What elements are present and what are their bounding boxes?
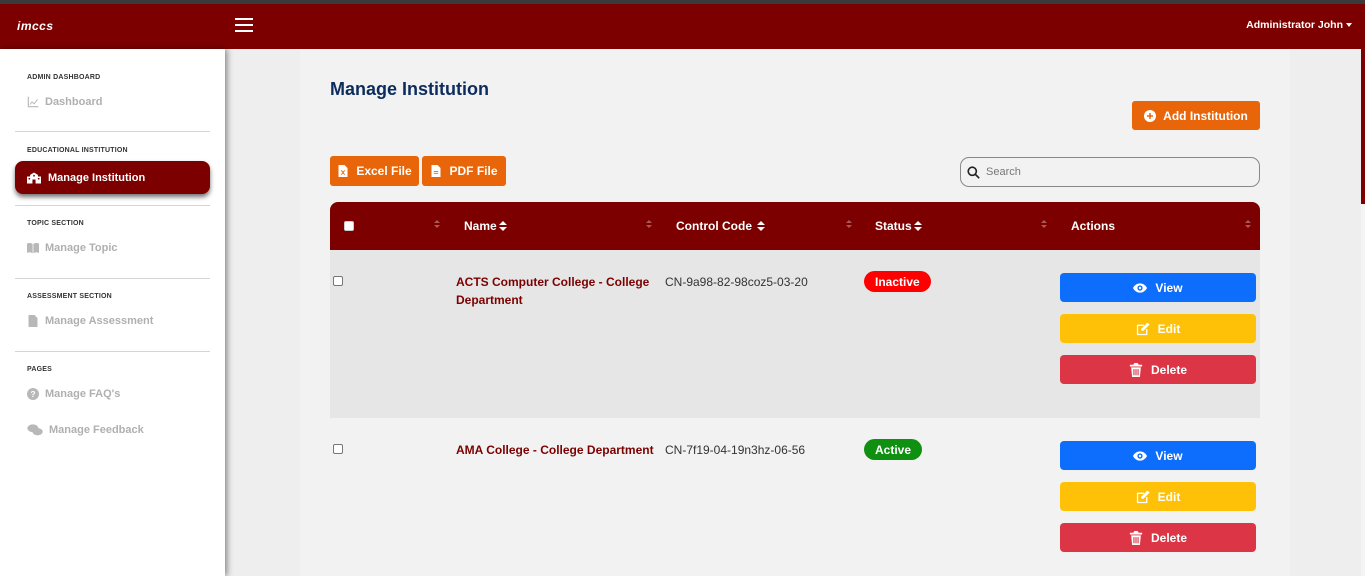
sort-icon	[913, 221, 922, 231]
sidebar-section-topic: TOPIC SECTION	[27, 220, 84, 227]
view-label: View	[1155, 448, 1183, 463]
table-header: Name Control Code Status Actions	[330, 202, 1260, 250]
sidebar-section-assessment: ASSESSMENT SECTION	[27, 293, 112, 300]
column-header-control-code[interactable]: Control Code	[676, 219, 765, 233]
sidebar-section-admin-dashboard: ADMIN DASHBOARD	[27, 74, 101, 81]
column-header-name[interactable]: Name	[464, 219, 507, 233]
edit-label: Edit	[1157, 489, 1181, 504]
status-badge: Active	[864, 439, 923, 460]
search-field[interactable]	[960, 157, 1260, 187]
delete-label: Delete	[1150, 362, 1188, 377]
sidebar-divider	[15, 205, 210, 206]
row-checkbox[interactable]	[333, 276, 343, 286]
select-all-checkbox[interactable]	[344, 221, 354, 231]
sidebar-item-dashboard[interactable]: Dashboard	[27, 96, 102, 108]
eye-icon	[1133, 450, 1148, 461]
sidebar-section-educational-institution: EDUCATIONAL INSTITUTION	[27, 147, 128, 154]
sort-icon	[646, 220, 652, 230]
top-navbar: imccs Administrator John	[0, 4, 1365, 49]
plus-circle-icon	[1144, 109, 1157, 122]
edit-button[interactable]: Edit	[1060, 314, 1256, 343]
delete-button[interactable]: Delete	[1060, 355, 1256, 384]
sort-icon	[498, 221, 507, 231]
column-label: Control Code	[676, 219, 752, 233]
trash-icon	[1129, 362, 1143, 377]
hamburger-menu-icon[interactable]	[235, 18, 253, 32]
sidebar-item-manage-faqs[interactable]: ? Manage FAQ's	[27, 388, 120, 400]
caret-down-icon	[1346, 23, 1352, 28]
sidebar-item-manage-assessment[interactable]: Manage Assessment	[27, 315, 153, 327]
sidebar: ADMIN DASHBOARD Dashboard EDUCATIONAL IN…	[0, 49, 225, 576]
sort-icon	[1041, 220, 1047, 230]
institution-name: AMA College - College Department	[456, 443, 654, 457]
svg-text:?: ?	[30, 390, 35, 399]
eye-icon	[1133, 282, 1148, 293]
sidebar-divider	[15, 278, 210, 279]
edit-label: Edit	[1157, 321, 1181, 336]
delete-button[interactable]: Delete	[1060, 523, 1256, 552]
institution-name: ACTS Computer College - College Departme…	[456, 275, 650, 307]
user-dropdown[interactable]: Administrator John	[1246, 19, 1352, 31]
comments-icon	[27, 424, 43, 436]
sidebar-item-label: Manage Topic	[45, 242, 118, 254]
excel-export-button[interactable]: Excel File	[330, 156, 419, 186]
sort-icon	[434, 220, 440, 230]
add-institution-label: Add Institution	[1163, 108, 1248, 123]
user-name: Administrator John	[1246, 19, 1343, 31]
add-institution-button[interactable]: Add Institution	[1132, 101, 1260, 130]
table-row: ACTS Computer College - College Departme…	[330, 250, 1260, 418]
pdf-export-label: PDF File	[449, 164, 498, 178]
sort-icon	[1245, 220, 1251, 230]
chart-line-icon	[27, 96, 39, 108]
sidebar-item-label: Manage Institution	[48, 171, 146, 184]
sidebar-divider	[15, 351, 210, 352]
trash-icon	[1129, 530, 1143, 545]
scrollbar-thumb[interactable]	[1361, 49, 1365, 204]
edit-button[interactable]: Edit	[1060, 482, 1256, 511]
control-code: CN-7f19-04-19n3hz-06-56	[665, 443, 806, 457]
school-icon	[27, 172, 41, 183]
column-header-status[interactable]: Status	[875, 219, 922, 233]
book-open-icon	[27, 242, 39, 254]
file-icon	[28, 315, 38, 327]
view-button[interactable]: View	[1060, 441, 1256, 470]
sidebar-section-pages: PAGES	[27, 366, 52, 373]
row-checkbox[interactable]	[333, 444, 343, 454]
sidebar-divider	[15, 131, 210, 132]
sidebar-item-manage-topic[interactable]: Manage Topic	[27, 242, 118, 254]
column-label: Actions	[1071, 219, 1116, 233]
search-input[interactable]	[986, 166, 1246, 178]
view-label: View	[1155, 280, 1183, 295]
column-label: Status	[875, 219, 912, 233]
sort-icon	[757, 221, 765, 231]
status-badge: Inactive	[864, 271, 931, 292]
excel-export-label: Excel File	[356, 164, 412, 178]
delete-label: Delete	[1150, 530, 1188, 545]
file-pdf-icon	[431, 165, 441, 177]
sort-icon	[846, 220, 852, 230]
sidebar-item-label: Manage Assessment	[45, 315, 154, 327]
sidebar-item-label: Manage FAQ's	[45, 388, 121, 400]
pdf-export-button[interactable]: PDF File	[422, 156, 506, 186]
sidebar-item-manage-institution[interactable]: Manage Institution	[15, 161, 210, 194]
sidebar-item-label: Manage Feedback	[49, 424, 144, 436]
page-title: Manage Institution	[330, 79, 489, 99]
file-excel-icon	[338, 165, 348, 177]
view-button[interactable]: View	[1060, 273, 1256, 302]
control-code: CN-9a98-82-98coz5-03-20	[665, 275, 808, 289]
table-row: AMA College - College Department CN-7f19…	[330, 418, 1260, 576]
sidebar-item-manage-feedback[interactable]: Manage Feedback	[27, 424, 144, 436]
edit-icon	[1136, 321, 1150, 335]
column-label: Name	[464, 219, 497, 233]
page-scrollbar[interactable]	[1361, 49, 1365, 576]
edit-icon	[1136, 489, 1150, 503]
question-circle-icon: ?	[27, 388, 39, 400]
column-header-actions: Actions	[1071, 219, 1115, 233]
brand-logo[interactable]: imccs	[17, 19, 54, 33]
sidebar-item-label: Dashboard	[45, 96, 103, 108]
search-icon	[967, 165, 980, 179]
